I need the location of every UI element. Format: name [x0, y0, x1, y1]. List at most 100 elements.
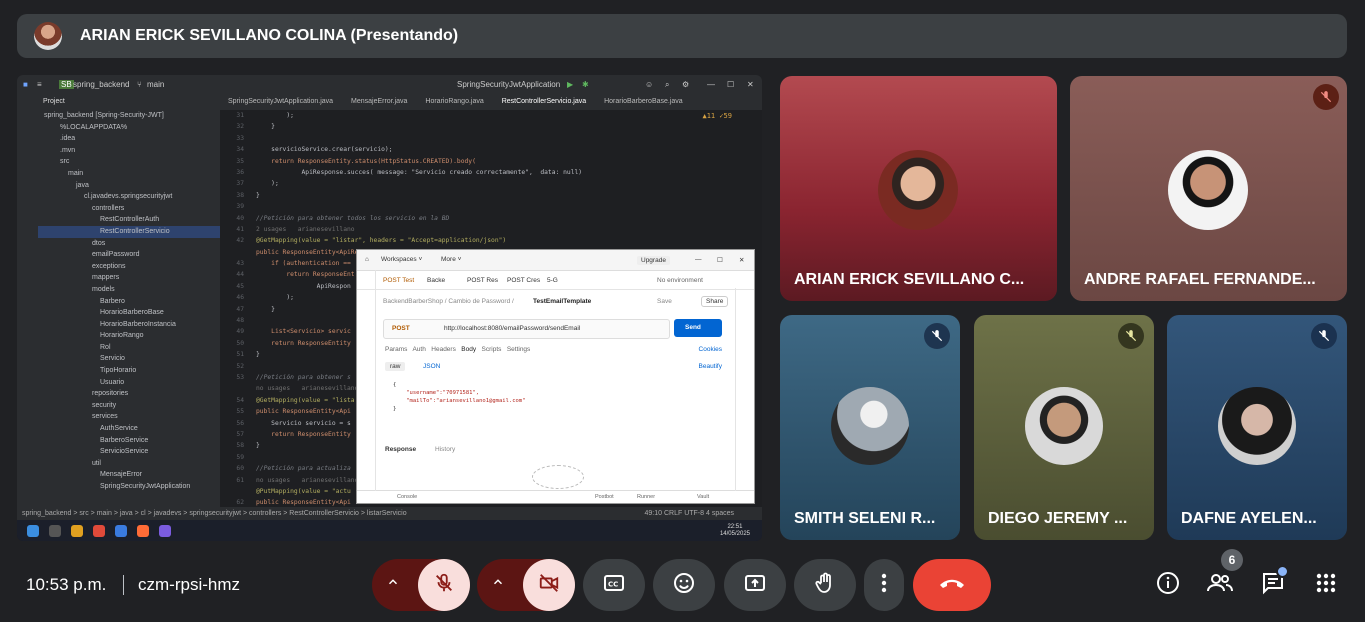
environment-select[interactable]: No environment [657, 277, 703, 284]
settings-icon[interactable]: ⚙ [682, 80, 689, 89]
subtab-auth[interactable]: Auth [412, 346, 425, 353]
url-input[interactable]: http://localhost:8080/emailPassword/send… [444, 325, 580, 332]
request-body-editor[interactable]: { "username":"70971581", "mailTo":"arian… [393, 381, 525, 413]
subtab-headers[interactable]: Headers [431, 346, 456, 353]
leave-call-button[interactable] [913, 559, 991, 611]
inspection-widget[interactable]: ▲11 ✓59 [702, 112, 732, 120]
tree-item[interactable]: ServicioService [38, 446, 220, 458]
tree-item[interactable]: HorarioRango [38, 330, 220, 342]
more-options-button[interactable] [864, 559, 904, 611]
tree-item[interactable]: SpringSecurityJwtApplication [38, 481, 220, 493]
chat-button[interactable] [1259, 565, 1289, 599]
subtab-body[interactable]: Body [461, 346, 476, 353]
postman-icon[interactable] [137, 524, 149, 537]
meeting-info-button[interactable] [1154, 571, 1182, 599]
tree-item[interactable]: repositories [38, 388, 220, 400]
participant-tile[interactable]: SMITH SELENI R... [780, 315, 960, 540]
request-tab[interactable]: POST Res [467, 277, 498, 284]
request-name[interactable]: TestEmailTemplate [533, 298, 591, 305]
vscode-icon[interactable] [115, 524, 127, 537]
beautify-link[interactable]: Beautify [699, 363, 723, 370]
tree-item[interactable]: cl.javadevs.springsecurityjwt [38, 191, 220, 203]
tree-item[interactable]: java [38, 180, 220, 192]
tree-item[interactable]: RestControllerAuth [38, 214, 220, 226]
participant-tile[interactable]: ANDRE RAFAEL FERNANDE... [1070, 76, 1347, 301]
participant-tile[interactable]: DIEGO JEREMY ... [974, 315, 1154, 540]
workspaces-menu[interactable]: Workspaces ˅ [381, 256, 422, 263]
share-button[interactable]: Share [701, 296, 729, 307]
tree-item[interactable]: RestControllerServicio [38, 225, 220, 238]
ide-project-name[interactable]: spring_backend [73, 80, 129, 89]
tree-item[interactable]: models [38, 284, 220, 296]
tree-item[interactable]: Barbero [38, 296, 220, 308]
tree-item[interactable]: Usuario [38, 377, 220, 389]
user-icon[interactable]: ☺ [645, 80, 653, 89]
close-icon[interactable]: ✕ [739, 256, 744, 264]
tree-item[interactable]: emailPassword [38, 249, 220, 261]
run-config[interactable]: SpringSecurityJwtApplication [457, 80, 560, 89]
response-label[interactable]: Response [385, 446, 416, 453]
participant-tile[interactable]: DAFNE AYELEN... [1167, 315, 1347, 540]
method-select[interactable]: POST [392, 325, 410, 332]
editor-tab[interactable]: MensajeError.java [343, 94, 415, 110]
tree-item[interactable]: security [38, 400, 220, 412]
chrome-icon[interactable] [93, 524, 105, 537]
search-icon[interactable]: ⌕ [665, 80, 669, 90]
postbot-button[interactable]: Postbot [595, 494, 614, 500]
captions-button[interactable]: CC [583, 559, 645, 611]
subtab-scripts[interactable]: Scripts [482, 346, 502, 353]
tree-item[interactable]: TipoHorario [38, 365, 220, 377]
request-tab[interactable]: Backe [427, 277, 445, 284]
request-tab[interactable]: 5-G [547, 277, 558, 284]
request-breadcrumb[interactable]: BackendBarberShop / Cambio de Password / [383, 298, 514, 305]
status-breadcrumb[interactable]: spring_backend > src > main > java > cl … [22, 510, 407, 517]
request-tab[interactable]: POST Cres [507, 277, 540, 284]
minimize-icon[interactable]: — [707, 80, 715, 89]
present-screen-button[interactable] [724, 559, 786, 611]
camera-options-chevron-icon[interactable] [491, 575, 505, 594]
raise-hand-button[interactable] [794, 559, 856, 611]
console-button[interactable]: Console [397, 494, 417, 500]
request-tab[interactable]: POST Test [383, 277, 414, 284]
debug-icon[interactable]: ✱ [582, 80, 589, 89]
tree-item[interactable]: controllers [38, 203, 220, 215]
history-toggle[interactable]: History [435, 446, 455, 453]
url-bar[interactable]: POST http://localhost:8080/emailPassword… [383, 319, 670, 339]
close-icon[interactable]: ✕ [747, 80, 754, 89]
body-format-select[interactable]: JSON [423, 363, 440, 370]
search-icon[interactable] [49, 524, 61, 537]
camera-toggle-button[interactable] [523, 559, 575, 611]
hamburger-icon[interactable]: ≡ [37, 80, 42, 89]
taskbar-clock[interactable]: 22:51 14/05/2025 [720, 524, 750, 538]
editor-tab[interactable]: HorarioRango.java [417, 94, 491, 110]
tree-item[interactable]: .mvn [38, 145, 220, 157]
reactions-button[interactable] [653, 559, 715, 611]
tree-item[interactable]: dtos [38, 238, 220, 250]
tree-item[interactable]: .idea [38, 133, 220, 145]
home-icon[interactable]: ⌂ [365, 256, 369, 263]
maximize-icon[interactable]: ☐ [727, 80, 734, 89]
tree-item[interactable]: exceptions [38, 261, 220, 273]
upgrade-button[interactable]: Upgrade [637, 256, 670, 265]
tree-item[interactable]: util [38, 458, 220, 470]
activities-button[interactable] [1312, 571, 1340, 599]
tree-item[interactable]: src [38, 156, 220, 168]
people-button[interactable] [1206, 571, 1234, 599]
tree-item[interactable]: Rol [38, 342, 220, 354]
tree-item[interactable]: HorarioBarberoBase [38, 307, 220, 319]
runner-button[interactable]: Runner [637, 494, 655, 500]
tree-item[interactable]: Servicio [38, 353, 220, 365]
ide-branch[interactable]: main [147, 80, 164, 89]
tree-item[interactable]: spring_backend [Spring-Security-JWT] [38, 110, 220, 122]
editor-tab-active[interactable]: RestControllerServicio.java [494, 94, 594, 110]
mic-options-chevron-icon[interactable] [386, 575, 400, 594]
participant-tile[interactable]: ARIAN ERICK SEVILLANO C... [780, 76, 1057, 301]
tree-item[interactable]: main [38, 168, 220, 180]
tree-item[interactable]: services [38, 411, 220, 423]
editor-tab[interactable]: SpringSecurityJwtApplication.java [220, 94, 341, 110]
subtab-params[interactable]: Params [385, 346, 407, 353]
vault-button[interactable]: Vault [697, 494, 709, 500]
tree-item[interactable]: MensajeError [38, 469, 220, 481]
tree-item[interactable]: %LOCALAPPDATA% [38, 122, 220, 134]
mic-toggle-button[interactable] [418, 559, 470, 611]
